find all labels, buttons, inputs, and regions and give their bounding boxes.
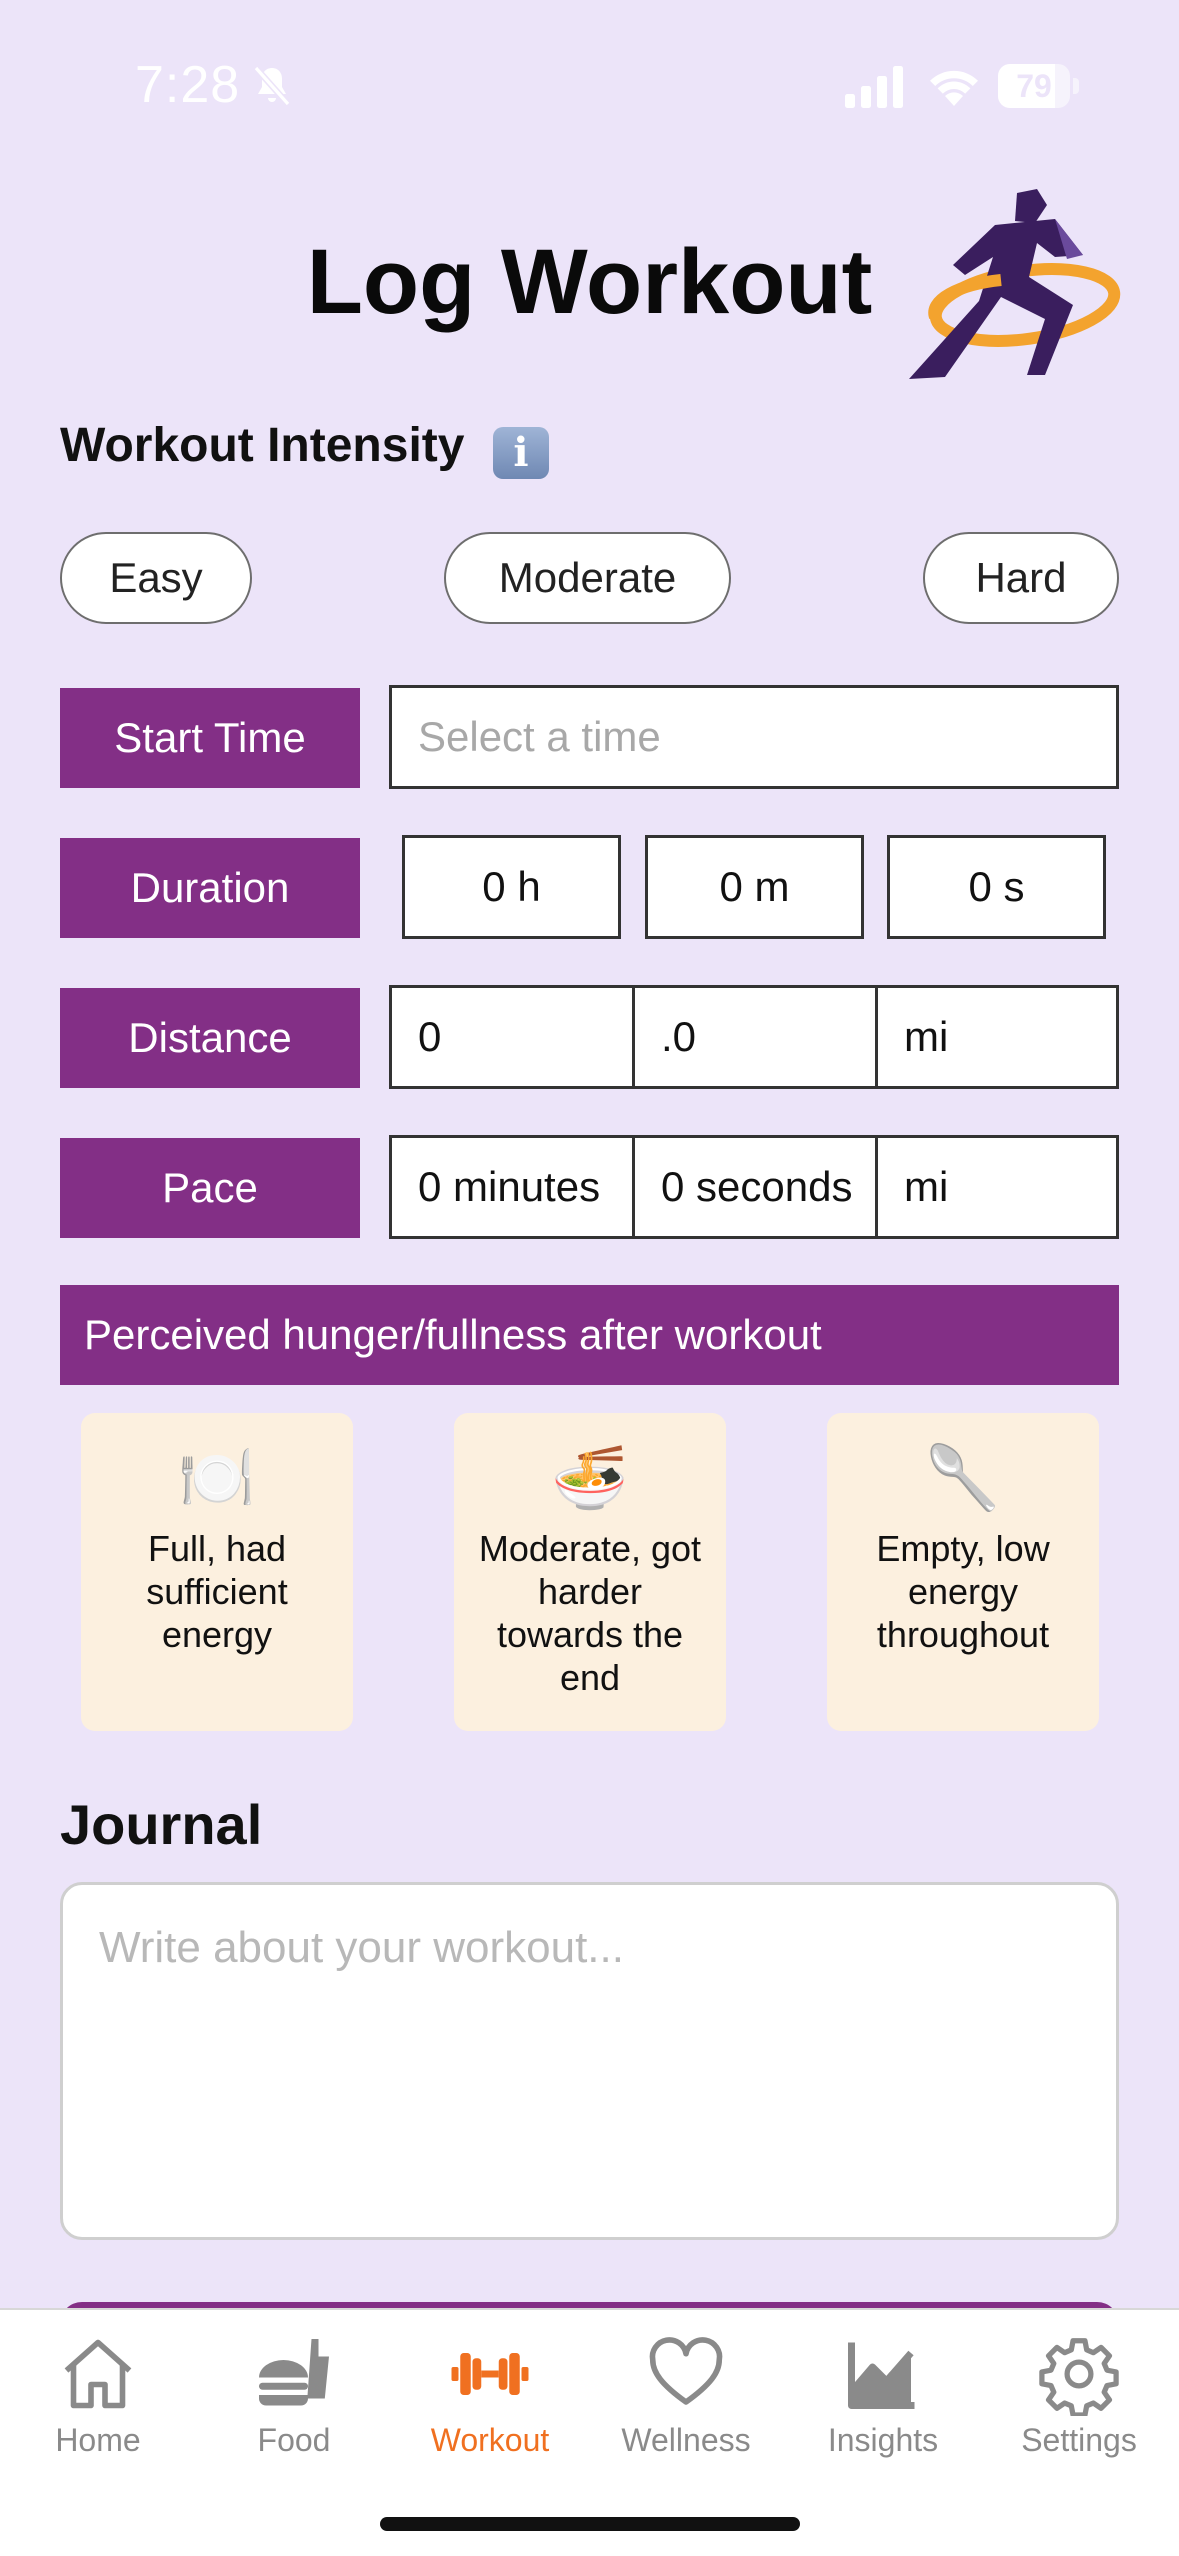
heart-icon [649, 2337, 723, 2405]
distance-decimal-field[interactable]: .0 [632, 985, 878, 1089]
hunger-option-text: Full, had sufficient energy [146, 1528, 288, 1655]
start-time-placeholder: Select a time [418, 713, 661, 760]
start-time-label: Start Time [60, 688, 360, 788]
tab-food[interactable]: Food [196, 2318, 392, 2468]
intensity-hard-button[interactable]: Hard [923, 532, 1119, 624]
tab-settings[interactable]: Settings [981, 2318, 1177, 2468]
intensity-moderate-button[interactable]: Moderate [444, 532, 731, 624]
cellular-signal-icon [845, 66, 903, 108]
intensity-easy-button[interactable]: Easy [60, 532, 252, 624]
tab-label: Workout [430, 2422, 550, 2458]
home-indicator [380, 2517, 800, 2531]
info-icon[interactable]: i [493, 427, 549, 479]
bell-muted-icon [253, 65, 291, 107]
pace-minutes-field[interactable]: 0 minutes [389, 1135, 635, 1239]
battery-indicator: 79 [998, 64, 1080, 108]
tab-label: Settings [1021, 2422, 1137, 2458]
gear-icon [1039, 2338, 1119, 2416]
tab-workout[interactable]: Workout [392, 2318, 588, 2468]
plate-icon: 🍽️ [178, 1444, 256, 1513]
distance-whole-field[interactable]: 0 [389, 985, 635, 1089]
tab-label: Food [257, 2422, 331, 2458]
pace-unit-select[interactable]: mi [875, 1135, 1119, 1239]
tab-wellness[interactable]: Wellness [588, 2318, 784, 2468]
pace-seconds-field[interactable]: 0 seconds [632, 1135, 878, 1239]
hunger-option-empty[interactable]: 🥄 Empty, low energy throughout [827, 1413, 1099, 1731]
spoon-icon: 🥄 [924, 1444, 1002, 1513]
journal-textarea[interactable]: Write about your workout... [60, 1882, 1119, 2240]
runner-logo-icon [909, 189, 1121, 379]
hunger-option-text: Moderate, got harder towards the end [478, 1528, 702, 1698]
tab-home[interactable]: Home [0, 2318, 196, 2468]
noodle-bowl-icon: 🍜 [551, 1444, 629, 1513]
chart-icon [848, 2342, 915, 2409]
workout-intensity-heading: Workout Intensity [60, 419, 465, 472]
hunger-option-full[interactable]: 🍽️ Full, had sufficient energy [81, 1413, 353, 1731]
tab-label: Wellness [621, 2422, 751, 2458]
journal-placeholder: Write about your workout... [99, 1923, 624, 1972]
tab-label: Insights [827, 2422, 939, 2458]
dumbbell-icon [451, 2353, 529, 2395]
battery-percent: 79 [1016, 68, 1052, 104]
wifi-icon [930, 70, 978, 106]
log-workout-screen: 7:28 79 Log Workout Workout Intensity i … [0, 0, 1179, 2556]
tab-insights[interactable]: Insights [785, 2318, 981, 2468]
hunger-option-moderate[interactable]: 🍜 Moderate, got harder towards the end [454, 1413, 726, 1731]
distance-label: Distance [60, 988, 360, 1088]
hunger-section-heading: Perceived hunger/fullness after workout [60, 1285, 1119, 1385]
duration-hours-field[interactable]: 0 h [402, 835, 621, 939]
start-time-field[interactable]: Select a time [389, 685, 1119, 789]
distance-unit-select[interactable]: mi [875, 985, 1119, 1089]
duration-label: Duration [60, 838, 360, 938]
duration-seconds-field[interactable]: 0 s [887, 835, 1106, 939]
journal-heading: Journal [60, 1793, 263, 1856]
food-icon [259, 2339, 329, 2406]
home-icon [64, 2339, 132, 2409]
pace-label: Pace [60, 1138, 360, 1238]
status-time: 7:28 [135, 56, 241, 114]
hunger-option-text: Empty, low energy throughout [876, 1528, 1050, 1655]
tab-label: Home [55, 2422, 141, 2458]
duration-minutes-field[interactable]: 0 m [645, 835, 864, 939]
